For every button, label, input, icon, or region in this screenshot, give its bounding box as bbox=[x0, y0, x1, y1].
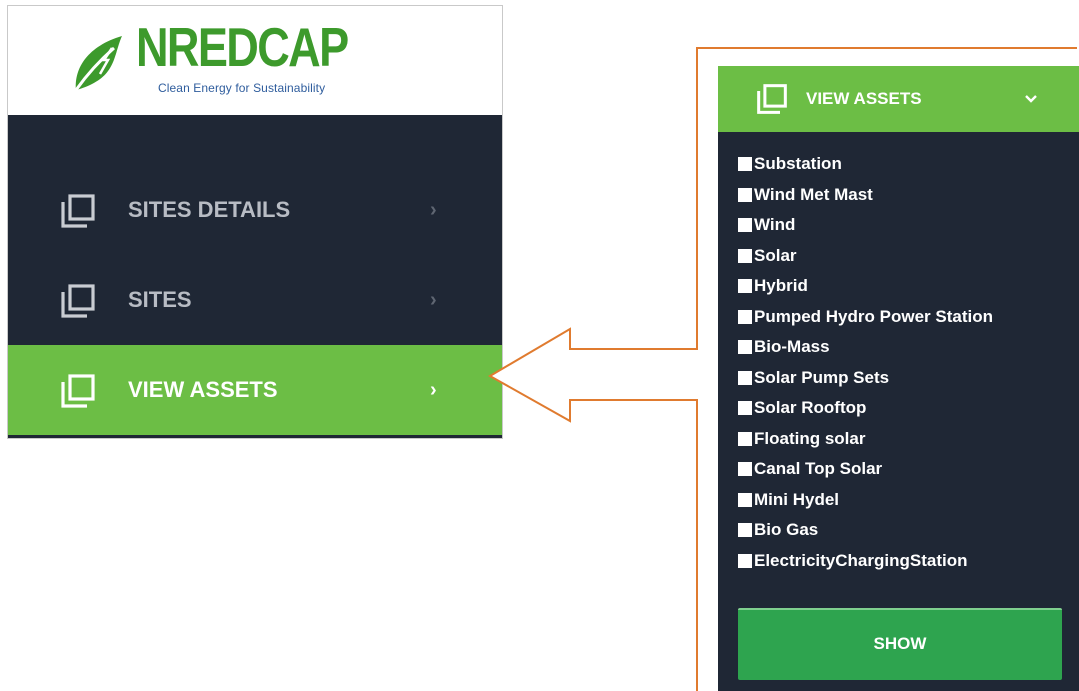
asset-checkbox[interactable] bbox=[738, 492, 752, 507]
asset-checkbox[interactable] bbox=[738, 370, 752, 385]
asset-option[interactable]: Pumped Hydro Power Station bbox=[738, 302, 993, 333]
asset-checkbox-list: Substation Wind Met Mast Wind Solar Hybrid Pu… bbox=[738, 149, 993, 576]
asset-label: Pumped Hydro Power Station bbox=[754, 306, 993, 326]
copy-icon bbox=[61, 284, 95, 318]
asset-checkbox[interactable] bbox=[738, 248, 752, 263]
chevron-right-icon: › bbox=[430, 289, 437, 311]
asset-label: ElectricityChargingStation bbox=[754, 550, 968, 570]
logo: NREDCAP Clean Energy for Sustainability bbox=[8, 6, 502, 115]
view-assets-panel: VIEW ASSETS Substation Wind Met Mast Wind S… bbox=[718, 66, 1079, 691]
asset-label: Wind Met Mast bbox=[754, 184, 873, 204]
show-button[interactable]: SHOW bbox=[738, 608, 1062, 680]
asset-checkbox[interactable] bbox=[738, 431, 752, 446]
asset-label: Mini Hydel bbox=[754, 489, 840, 509]
asset-checkbox[interactable] bbox=[738, 309, 752, 324]
asset-checkbox[interactable] bbox=[738, 157, 752, 172]
sidebar-item-label: SITES DETAILS bbox=[128, 197, 291, 222]
asset-checkbox[interactable] bbox=[738, 462, 752, 477]
copy-icon bbox=[757, 84, 787, 114]
asset-option[interactable]: Bio Gas bbox=[738, 515, 993, 546]
sidebar-item-view-assets[interactable]: VIEW ASSETS › bbox=[8, 345, 502, 435]
asset-label: Substation bbox=[754, 154, 842, 173]
sidebar-item-sites-details[interactable]: SITES DETAILS › bbox=[8, 165, 502, 255]
asset-checkbox[interactable] bbox=[738, 401, 752, 416]
sidebar-item-sites[interactable]: SITES › bbox=[8, 255, 502, 345]
asset-option[interactable]: Canal Top Solar bbox=[738, 454, 993, 485]
logo-tagline: Clean Energy for Sustainability bbox=[158, 81, 326, 95]
asset-label: Bio-Mass bbox=[754, 337, 830, 356]
asset-option[interactable]: Substation bbox=[738, 149, 993, 180]
logo-title: NREDCAP bbox=[136, 16, 349, 78]
asset-option[interactable]: Wind bbox=[738, 210, 993, 241]
view-assets-dropdown-header[interactable]: VIEW ASSETS bbox=[718, 66, 1079, 132]
sidebar-item-label: VIEW ASSETS bbox=[128, 377, 278, 402]
asset-checkbox[interactable] bbox=[738, 553, 752, 568]
asset-label: Solar Pump Sets bbox=[754, 367, 890, 387]
sidebar-item-label: SITES bbox=[128, 287, 192, 312]
asset-label: Hybrid bbox=[754, 276, 808, 295]
asset-option[interactable]: Hybrid bbox=[738, 271, 993, 302]
asset-option[interactable]: Solar bbox=[738, 241, 993, 272]
sidebar: NREDCAP Clean Energy for Sustainability … bbox=[7, 5, 503, 439]
copy-icon bbox=[61, 374, 95, 408]
asset-option[interactable]: Solar Pump Sets bbox=[738, 363, 993, 394]
asset-option[interactable]: Floating solar bbox=[738, 424, 993, 455]
asset-label: Canal Top Solar bbox=[754, 459, 883, 478]
asset-option[interactable]: Mini Hydel bbox=[738, 485, 993, 516]
chevron-right-icon: › bbox=[430, 199, 437, 221]
asset-option[interactable]: Solar Rooftop bbox=[738, 393, 993, 424]
asset-label: Solar Rooftop bbox=[754, 398, 867, 417]
copy-icon bbox=[61, 194, 95, 228]
asset-label: Floating solar bbox=[754, 428, 866, 448]
asset-checkbox[interactable] bbox=[738, 187, 752, 202]
asset-label: Wind bbox=[754, 215, 796, 234]
asset-checkbox[interactable] bbox=[738, 523, 752, 538]
asset-checkbox[interactable] bbox=[738, 340, 752, 355]
chevron-right-icon: › bbox=[430, 379, 437, 401]
asset-checkbox[interactable] bbox=[738, 279, 752, 294]
asset-option[interactable]: ElectricityChargingStation bbox=[738, 546, 993, 577]
leaf-logo-icon bbox=[74, 36, 122, 91]
asset-option[interactable]: Wind Met Mast bbox=[738, 180, 993, 211]
panel-title: VIEW ASSETS bbox=[806, 89, 922, 108]
asset-option[interactable]: Bio-Mass bbox=[738, 332, 993, 363]
chevron-down-icon[interactable] bbox=[1024, 94, 1038, 104]
asset-label: Solar bbox=[754, 245, 797, 265]
asset-label: Bio Gas bbox=[754, 520, 819, 539]
asset-checkbox[interactable] bbox=[738, 218, 752, 233]
